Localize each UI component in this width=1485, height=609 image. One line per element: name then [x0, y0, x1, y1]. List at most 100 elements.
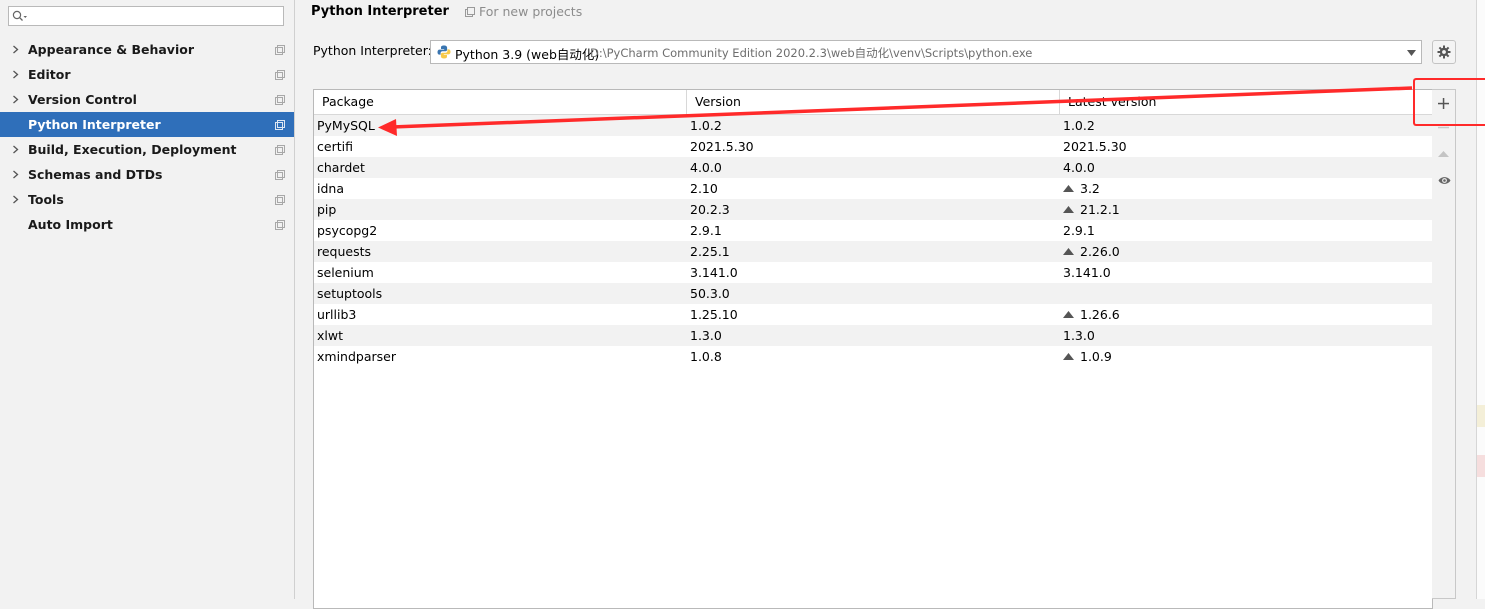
project-icon — [275, 195, 285, 205]
sidebar-item[interactable]: Schemas and DTDs — [0, 162, 294, 187]
chevron-down-icon — [1407, 50, 1416, 56]
interpreter-select[interactable]: Python 3.9 (web自动化) D:\PyCharm Community… — [430, 40, 1422, 64]
package-version: 2021.5.30 — [690, 139, 754, 154]
sidebar-item[interactable]: Python Interpreter — [0, 112, 294, 137]
latest-version-text: 2.9.1 — [1063, 223, 1095, 238]
page-title: Python Interpreter — [311, 4, 449, 19]
show-early-releases-button[interactable] — [1432, 170, 1456, 192]
latest-version-text: 1.0.9 — [1080, 349, 1112, 364]
interpreter-path: D:\PyCharm Community Edition 2020.2.3\we… — [590, 46, 1033, 60]
sidebar-item-label: Python Interpreter — [28, 117, 161, 132]
sidebar-item-label: Schemas and DTDs — [28, 167, 163, 182]
upgrade-available-icon — [1063, 353, 1074, 360]
latest-version-text: 1.0.2 — [1063, 118, 1095, 133]
package-name: certifi — [317, 139, 353, 154]
package-latest-version: 1.0.2 — [1063, 115, 1095, 136]
sidebar-item-label: Editor — [28, 67, 71, 82]
table-row[interactable]: psycopg2 2.9.1 2.9.1 — [314, 220, 1432, 241]
table-row[interactable]: setuptools 50.3.0 — [314, 283, 1432, 304]
package-version: 50.3.0 — [690, 286, 730, 301]
package-version: 2.25.1 — [690, 244, 730, 259]
sidebar-item-label: Build, Execution, Deployment — [28, 142, 237, 157]
package-version: 1.3.0 — [690, 328, 722, 343]
table-row[interactable]: certifi 2021.5.30 2021.5.30 — [314, 136, 1432, 157]
sidebar-item[interactable]: Version Control — [0, 87, 294, 112]
latest-version-text: 2.26.0 — [1080, 244, 1120, 259]
main-panel: Python Interpreter For new projects Pyth… — [295, 0, 1475, 609]
edge-marker — [1477, 405, 1485, 427]
sidebar-item[interactable]: Build, Execution, Deployment — [0, 137, 294, 162]
settings-sidebar: Appearance & Behavior Editor Version Contr… — [0, 0, 295, 599]
table-row[interactable]: PyMySQL 1.0.2 1.0.2 — [314, 115, 1432, 136]
package-name: pip — [317, 202, 337, 217]
table-row[interactable]: selenium 3.141.0 3.141.0 — [314, 262, 1432, 283]
project-icon — [275, 220, 285, 230]
latest-version-text: 3.2 — [1080, 181, 1100, 196]
column-header-latest-version[interactable]: Latest version — [1060, 90, 1432, 114]
table-row[interactable]: requests 2.25.1 2.26.0 — [314, 241, 1432, 262]
package-version: 3.141.0 — [690, 265, 738, 280]
table-row[interactable]: xmindparser 1.0.8 1.0.9 — [314, 346, 1432, 367]
table-row[interactable]: xlwt 1.3.0 1.3.0 — [314, 325, 1432, 346]
package-name: urllib3 — [317, 307, 357, 322]
table-row[interactable]: chardet 4.0.0 4.0.0 — [314, 157, 1432, 178]
chevron-right-icon — [13, 45, 19, 54]
chevron-right-icon — [13, 170, 19, 179]
package-version: 1.0.2 — [690, 118, 722, 133]
sidebar-item-label: Appearance & Behavior — [28, 42, 194, 57]
chevron-right-icon — [13, 95, 19, 104]
package-version: 2.10 — [690, 181, 718, 196]
project-icon — [465, 7, 475, 17]
column-header-package[interactable]: Package — [314, 90, 687, 114]
package-latest-version: 4.0.0 — [1063, 157, 1095, 178]
package-latest-version: 2.26.0 — [1063, 241, 1120, 262]
package-name: selenium — [317, 265, 374, 280]
chevron-right-icon — [13, 70, 19, 79]
package-version: 1.0.8 — [690, 349, 722, 364]
project-icon — [275, 145, 285, 155]
sidebar-item[interactable]: Appearance & Behavior — [0, 37, 294, 62]
interpreter-settings-button[interactable] — [1432, 40, 1456, 64]
interpreter-name: Python 3.9 (web自动化) — [455, 47, 600, 62]
package-latest-version: 1.26.6 — [1063, 304, 1120, 325]
table-header: Package Version Latest version — [314, 90, 1432, 115]
sidebar-item-label: Auto Import — [28, 217, 113, 232]
package-name: requests — [317, 244, 372, 259]
package-name: PyMySQL — [317, 118, 375, 133]
sidebar-item-label: Version Control — [28, 92, 137, 107]
upgrade-icon — [1438, 151, 1449, 157]
package-latest-version: 1.0.9 — [1063, 346, 1112, 367]
table-row[interactable]: idna 2.10 3.2 — [314, 178, 1432, 199]
package-version: 1.25.10 — [690, 307, 738, 322]
table-row[interactable]: pip 20.2.3 21.2.1 — [314, 199, 1432, 220]
table-row[interactable]: urllib3 1.25.10 1.26.6 — [314, 304, 1432, 325]
for-new-projects-label: For new projects — [465, 4, 582, 19]
latest-version-text: 2021.5.30 — [1063, 139, 1127, 154]
interpreter-label: Python Interpreter: — [313, 43, 432, 58]
gear-icon — [1437, 45, 1451, 59]
package-latest-version: 1.3.0 — [1063, 325, 1095, 346]
packages-table: Package Version Latest version PyMySQL 1.… — [313, 89, 1433, 609]
chevron-right-icon — [13, 145, 19, 154]
package-version: 2.9.1 — [690, 223, 722, 238]
for-new-projects-text: For new projects — [479, 4, 583, 19]
sidebar-item[interactable]: Editor — [0, 62, 294, 87]
settings-nav-tree: Appearance & Behavior Editor Version Contr… — [0, 37, 294, 237]
package-name: setuptools — [317, 286, 383, 301]
sidebar-item[interactable]: Tools — [0, 187, 294, 212]
package-version: 4.0.0 — [690, 160, 722, 175]
project-icon — [275, 120, 285, 130]
upgrade-available-icon — [1063, 185, 1074, 192]
latest-version-text: 1.3.0 — [1063, 328, 1095, 343]
column-header-version[interactable]: Version — [687, 90, 1060, 114]
package-latest-version: 21.2.1 — [1063, 199, 1120, 220]
upgrade-available-icon — [1063, 206, 1074, 213]
table-body: PyMySQL 1.0.2 1.0.2 certifi 2021.5.30 2021.5.… — [314, 115, 1432, 367]
chevron-right-icon — [13, 195, 19, 204]
settings-search-input[interactable] — [8, 6, 284, 26]
upgrade-package-button[interactable] — [1432, 144, 1456, 166]
package-latest-version: 3.2 — [1063, 178, 1100, 199]
eye-icon — [1438, 177, 1451, 184]
project-icon — [275, 95, 285, 105]
sidebar-item[interactable]: Auto Import — [0, 212, 294, 237]
